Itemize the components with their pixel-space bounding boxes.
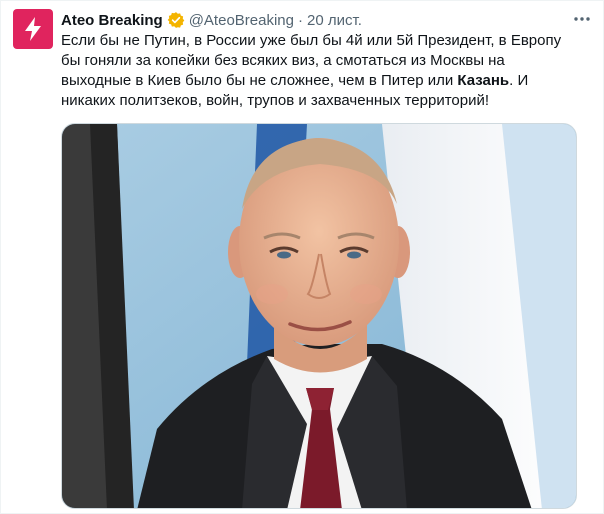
tweet-text-bold: Казань	[457, 72, 510, 89]
lightning-bolt-icon	[25, 17, 41, 41]
photo-icon	[62, 124, 576, 508]
avatar[interactable]	[13, 9, 53, 49]
tweet-card[interactable]: Ateo Breaking @AteoBreaking · 20 лист. Е…	[0, 0, 604, 514]
account-handle[interactable]: @AteoBreaking	[189, 12, 294, 29]
tweet-photo[interactable]	[61, 123, 577, 509]
more-options-icon[interactable]	[569, 8, 595, 30]
tweet-text: Если бы не Путин, в России уже был бы 4й…	[61, 31, 573, 111]
separator-dot: ·	[298, 11, 303, 29]
tweet-timestamp[interactable]: 20 лист.	[307, 12, 362, 29]
verified-badge-icon	[167, 11, 185, 29]
tweet-header: Ateo Breaking @AteoBreaking · 20 лист.	[61, 10, 587, 30]
account-name[interactable]: Ateo Breaking	[61, 12, 163, 29]
